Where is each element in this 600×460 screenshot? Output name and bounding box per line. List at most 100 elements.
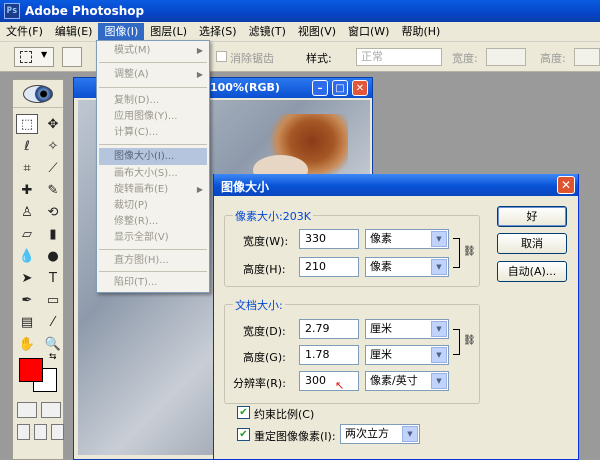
resample-checkbox[interactable]: ✔ <box>237 428 250 441</box>
dodge-icon[interactable]: ● <box>42 246 64 266</box>
pixel-height-label: 高度(H): <box>243 263 286 276</box>
pixel-width-unit-select[interactable]: 像素 ▼ <box>365 229 449 249</box>
mode-buttons <box>17 402 61 418</box>
pixel-width-label: 宽度(W): <box>243 235 289 248</box>
lasso-icon[interactable]: ℓ <box>16 136 38 156</box>
menu-item-adjust[interactable]: 调整(A) ▶ <box>99 66 207 83</box>
tool-grid: ⬚ ✥ ℓ ✧ ⌗ ⟋ ✚ ✎ ♙ ⟲ ▱ ▮ 💧 ● ➤ T ✒ ▭ ▤ ⁄ … <box>13 108 63 354</box>
menu-separator <box>99 87 207 88</box>
doc-height-input[interactable]: 1.78 <box>299 345 359 365</box>
menu-item-crop[interactable]: 裁切(P) <box>99 197 207 214</box>
history-brush-icon[interactable]: ⟲ <box>42 202 64 222</box>
maximize-button[interactable]: □ <box>332 80 348 96</box>
menu-help[interactable]: 帮助(H) <box>395 23 446 41</box>
menu-item-duplicate[interactable]: 复制(D)... <box>99 92 207 109</box>
menu-file[interactable]: 文件(F) <box>0 23 49 41</box>
blur-icon[interactable]: 💧 <box>16 246 38 266</box>
width-input[interactable] <box>486 48 526 66</box>
doc-width-label: 宽度(D): <box>243 325 286 338</box>
chevron-down-icon: ▼ <box>431 347 447 363</box>
screen-mode-full-menu-button[interactable] <box>34 424 47 440</box>
menu-item-histogram[interactable]: 直方图(H)... <box>99 252 207 269</box>
pixel-height-input[interactable]: 210 <box>299 257 359 277</box>
style-select[interactable]: 正常 <box>356 48 442 66</box>
slice-icon[interactable]: ⟋ <box>42 158 64 178</box>
notes-icon[interactable]: ▤ <box>16 312 38 332</box>
pen-icon[interactable]: ✒ <box>16 290 38 310</box>
cancel-button[interactable]: 取消 <box>497 233 567 254</box>
new-selection-button[interactable] <box>62 47 82 67</box>
style-label: 样式: <box>306 52 332 65</box>
type-icon[interactable]: T <box>42 268 64 288</box>
menu-item-mode[interactable]: 模式(M) ▶ <box>99 42 207 59</box>
menu-item-reveal-all[interactable]: 显示全部(V) <box>99 229 207 246</box>
menu-window[interactable]: 窗口(W) <box>342 23 395 41</box>
crop-icon[interactable]: ⌗ <box>16 158 38 178</box>
minimize-button[interactable]: – <box>312 80 328 96</box>
menu-item-apply-image[interactable]: 应用图像(Y)... <box>99 108 207 125</box>
resample-method-select[interactable]: 两次立方 ▼ <box>340 424 420 444</box>
marquee-icon[interactable]: ⬚ <box>16 114 38 134</box>
pixel-height-unit-select[interactable]: 像素 ▼ <box>365 257 449 277</box>
menu-item-trap[interactable]: 陷印(T)... <box>99 274 207 291</box>
resample-label: 重定图像像素(I): <box>254 430 336 443</box>
magic-wand-icon[interactable]: ✧ <box>42 136 64 156</box>
menu-edit[interactable]: 编辑(E) <box>49 23 99 41</box>
standard-mode-button[interactable] <box>17 402 37 418</box>
menu-item-trim[interactable]: 修整(R)... <box>99 213 207 230</box>
toolbox-header[interactable] <box>13 80 63 108</box>
width-label: 宽度: <box>452 52 478 65</box>
chevron-down-icon: ▼ <box>431 259 447 275</box>
doc-width-input[interactable]: 2.79 <box>299 319 359 339</box>
pixel-width-input[interactable]: 330 <box>299 229 359 249</box>
hand-icon[interactable]: ✋ <box>16 334 38 354</box>
antialias-checkbox[interactable] <box>216 51 227 62</box>
resolution-unit-select[interactable]: 像素/英寸 ▼ <box>365 371 449 391</box>
foreground-color-swatch[interactable] <box>19 358 43 382</box>
stamp-icon[interactable]: ♙ <box>16 202 38 222</box>
menu-item-calculations[interactable]: 计算(C)... <box>99 124 207 141</box>
doc-width-unit-select[interactable]: 厘米 ▼ <box>365 319 449 339</box>
move-icon[interactable]: ✥ <box>42 114 64 134</box>
healing-icon[interactable]: ✚ <box>16 180 38 200</box>
brush-icon[interactable]: ✎ <box>42 180 64 200</box>
dialog-title-bar[interactable]: 图像大小 ✕ <box>214 174 578 196</box>
gradient-icon[interactable]: ▮ <box>42 224 64 244</box>
dialog-title: 图像大小 <box>221 180 270 194</box>
menu-item-canvas-size[interactable]: 画布大小(S)... <box>99 165 207 182</box>
menu-separator <box>99 144 207 145</box>
menu-select[interactable]: 选择(S) <box>193 23 243 41</box>
resolution-input[interactable]: 300 <box>299 371 359 391</box>
menu-filter[interactable]: 滤镜(T) <box>243 23 292 41</box>
zoom-icon[interactable]: 🔍 <box>42 334 64 354</box>
menu-view[interactable]: 视图(V) <box>292 23 342 41</box>
screen-mode-standard-button[interactable] <box>17 424 30 440</box>
swap-colors-icon[interactable]: ⇆ <box>49 352 57 362</box>
screen-mode-full-button[interactable] <box>51 424 64 440</box>
chevron-down-icon: ▼ <box>431 321 447 337</box>
chevron-down-icon: ▼ <box>431 373 447 389</box>
path-select-icon[interactable]: ➤ <box>16 268 38 288</box>
dialog-close-button[interactable]: ✕ <box>557 176 575 194</box>
eye-logo-icon <box>23 84 53 103</box>
menu-layer[interactable]: 图层(L) <box>144 23 193 41</box>
close-button[interactable]: ✕ <box>352 80 368 96</box>
height-input[interactable] <box>574 48 600 66</box>
marquee-preset-icon <box>20 51 32 63</box>
toolbox: ⬚ ✥ ℓ ✧ ⌗ ⟋ ✚ ✎ ♙ ⟲ ▱ ▮ 💧 ● ➤ T ✒ ▭ ▤ ⁄ … <box>12 79 64 460</box>
tool-preset-picker[interactable]: ▼ <box>14 47 54 67</box>
constrain-proportions-checkbox[interactable]: ✔ <box>237 406 250 419</box>
shape-icon[interactable]: ▭ <box>42 290 64 310</box>
submenu-arrow-icon: ▶ <box>196 185 203 194</box>
auto-button[interactable]: 自动(A)... <box>497 261 567 282</box>
eyedropper-icon[interactable]: ⁄ <box>42 312 64 332</box>
doc-height-unit-select[interactable]: 厘米 ▼ <box>365 345 449 365</box>
eraser-icon[interactable]: ▱ <box>16 224 38 244</box>
chain-link-icon: ⛓ <box>463 246 476 257</box>
menu-item-image-size[interactable]: 图像大小(I)... <box>99 148 207 165</box>
menu-bar: 文件(F) 编辑(E) 图像(I) 图层(L) 选择(S) 滤镜(T) 视图(V… <box>0 22 600 42</box>
quickmask-mode-button[interactable] <box>41 402 61 418</box>
ok-button[interactable]: 好 <box>497 206 567 227</box>
menu-item-rotate-canvas[interactable]: 旋转画布(E) ▶ <box>99 181 207 198</box>
menu-image[interactable]: 图像(I) <box>98 22 145 41</box>
